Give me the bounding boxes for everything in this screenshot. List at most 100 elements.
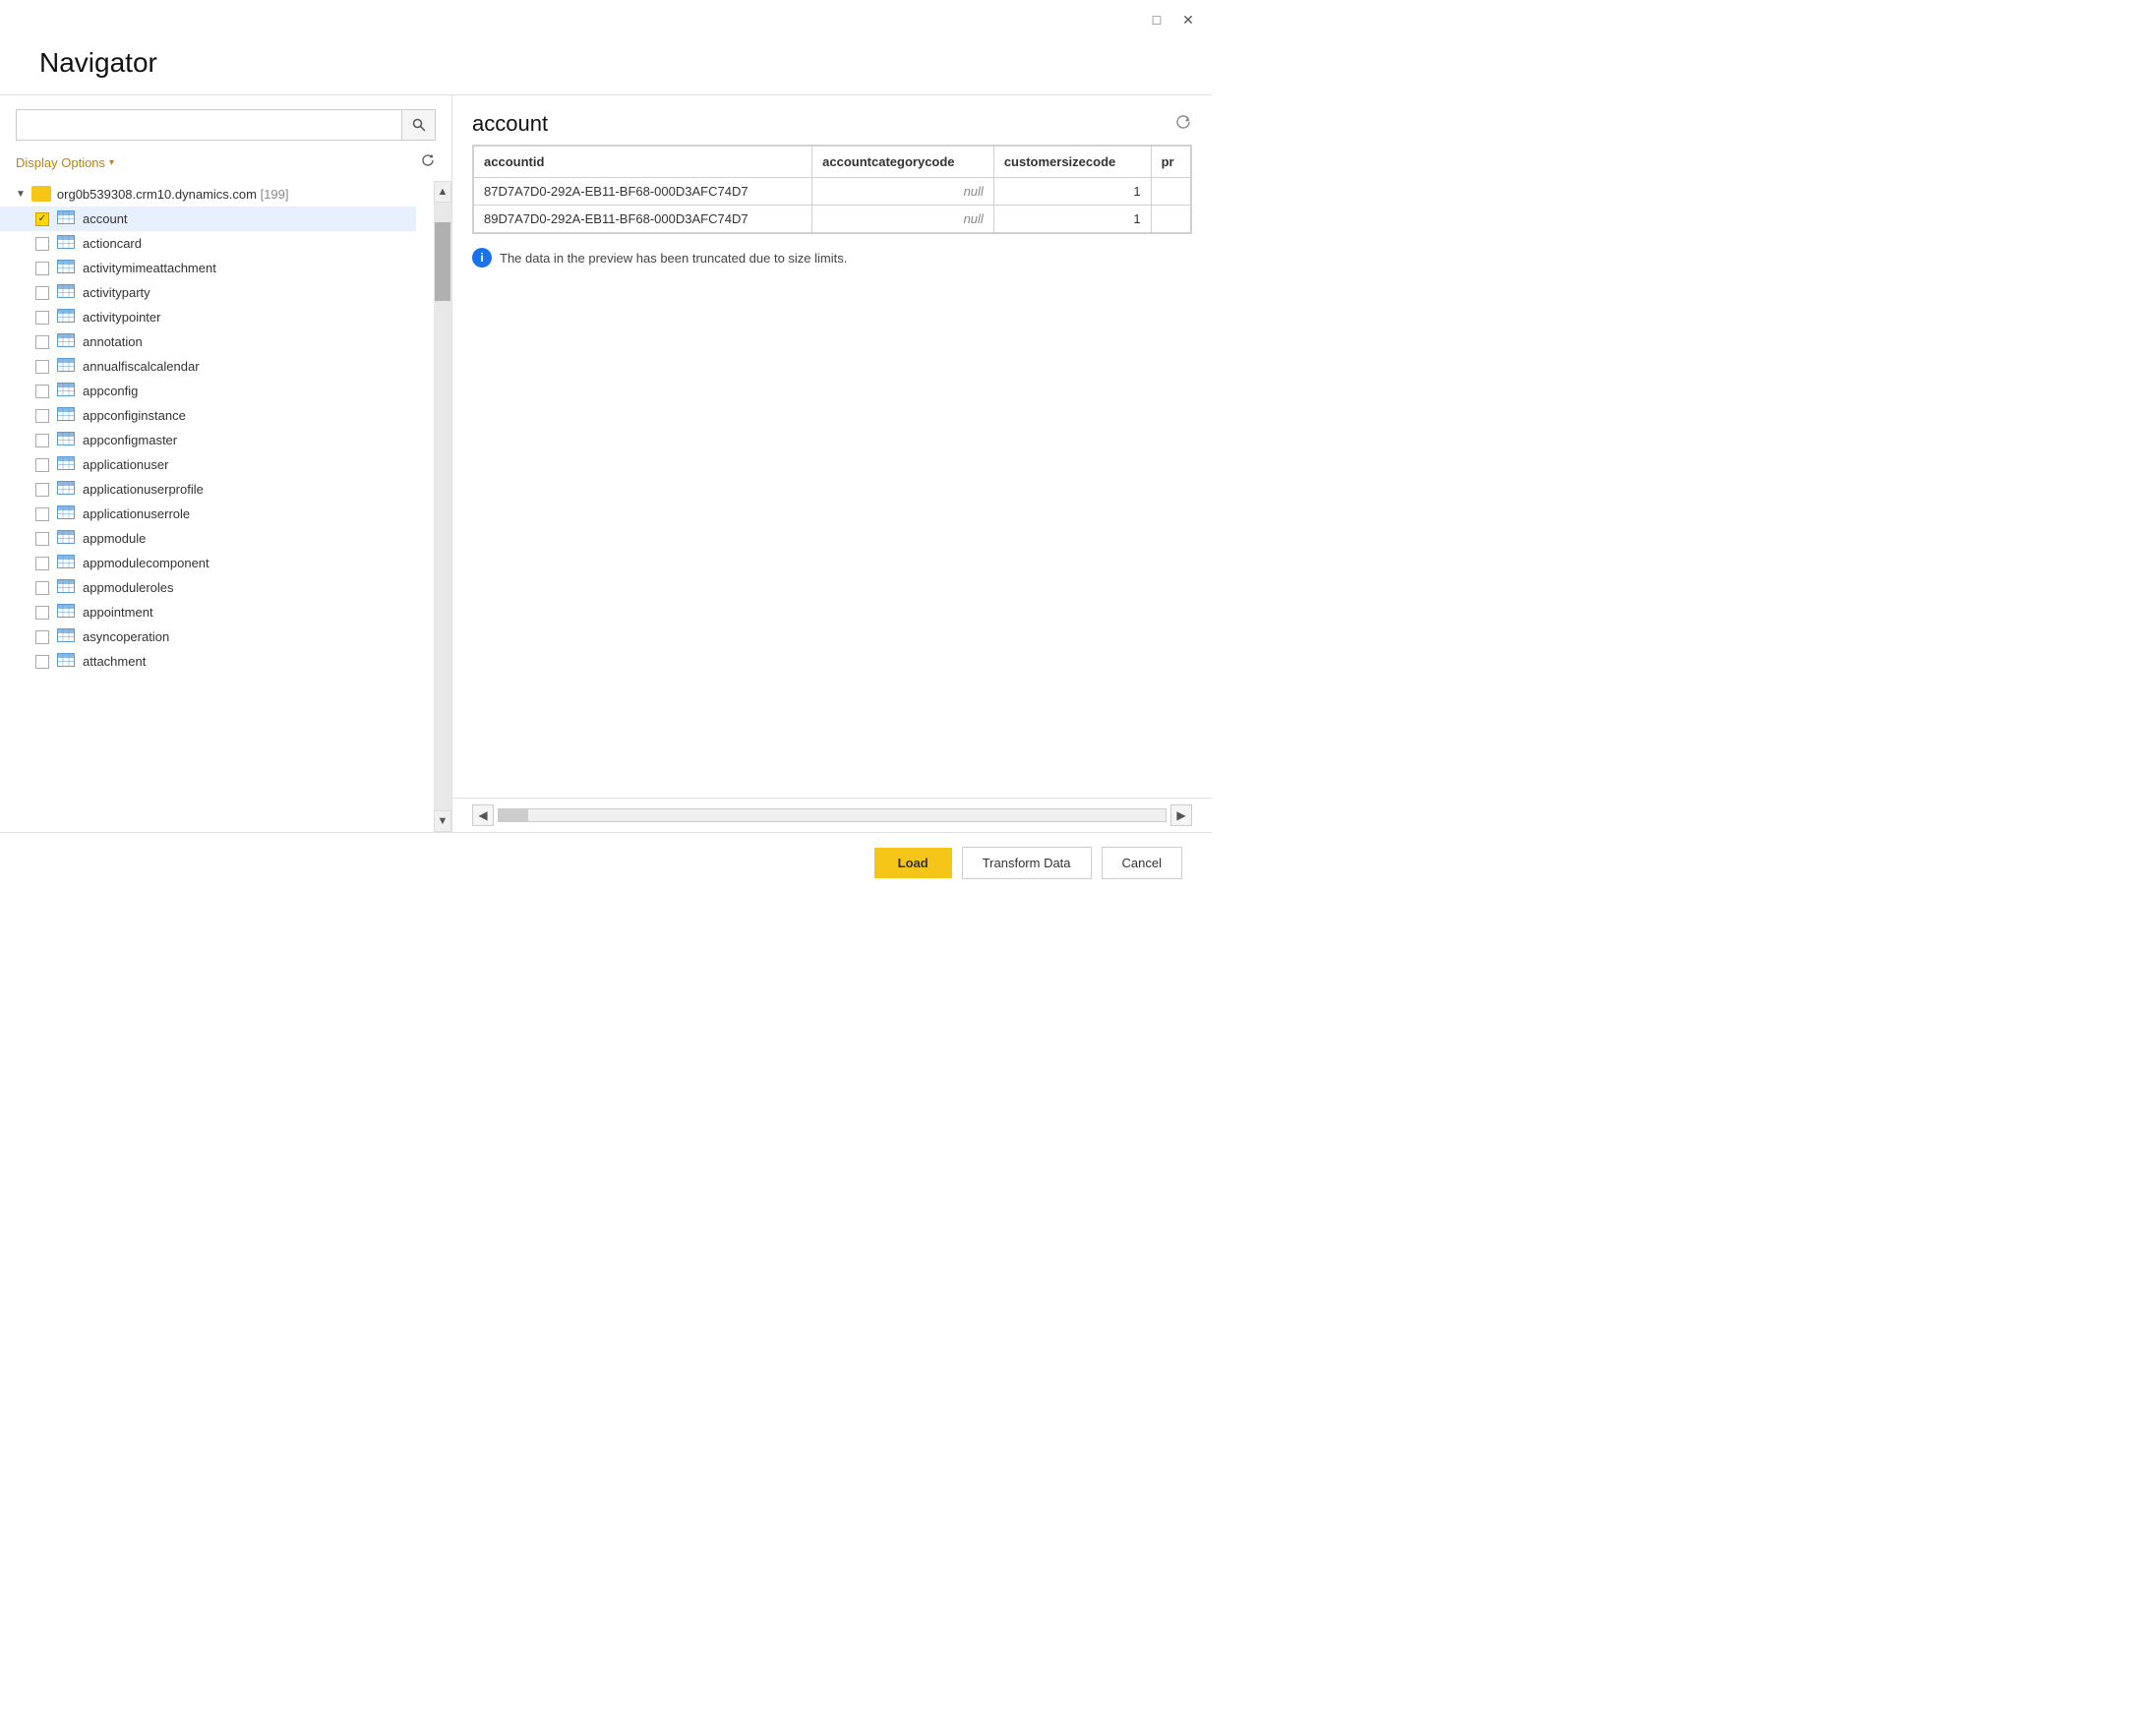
tree-item-applicationuserprofile[interactable]: applicationuserprofile — [0, 477, 416, 502]
checkbox-appconfig[interactable] — [35, 385, 49, 398]
tree-item-appointment[interactable]: appointment — [0, 600, 416, 624]
tree-item-label-activityparty: activityparty — [83, 285, 150, 300]
left-panel: Display Options ▾ ▼ org0b539308.crm10.dy… — [0, 95, 452, 832]
table-row: 87D7A7D0-292A-EB11-BF68-000D3AFC74D7null… — [474, 178, 1191, 206]
checkbox-annualfiscalcalendar[interactable] — [35, 360, 49, 374]
table-icon — [57, 432, 75, 448]
tree-item-appmodulecomponent[interactable]: appmodulecomponent — [0, 551, 416, 575]
tree-item-label-appmodule: appmodule — [83, 531, 146, 546]
checkbox-appconfigmaster[interactable] — [35, 434, 49, 447]
checkbox-appmodulecomponent[interactable] — [35, 557, 49, 570]
table-icon — [57, 358, 75, 375]
table-icon — [57, 628, 75, 645]
tree-items-container: account actioncard activitymimeattachmen… — [0, 207, 416, 674]
right-panel: account accountidaccountcategorycodecust… — [452, 95, 1212, 832]
transform-data-button[interactable]: Transform Data — [962, 847, 1092, 879]
checkbox-appmoduleroles[interactable] — [35, 581, 49, 595]
page-title: Navigator — [0, 39, 1212, 94]
table-icon — [57, 579, 75, 596]
tree-item-label-applicationuser: applicationuser — [83, 457, 168, 472]
tree-item-appmoduleroles[interactable]: appmoduleroles — [0, 575, 416, 600]
tree-item-label-appconfiginstance: appconfiginstance — [83, 408, 186, 423]
checkbox-activitypointer[interactable] — [35, 311, 49, 325]
checkbox-activityparty[interactable] — [35, 286, 49, 300]
h-scroll-thumb[interactable] — [499, 809, 528, 821]
checkbox-appointment[interactable] — [35, 606, 49, 620]
display-options-label: Display Options — [16, 155, 105, 170]
tree-item-label-appmodulecomponent: appmodulecomponent — [83, 556, 210, 570]
table-icon — [57, 407, 75, 424]
table-icon — [57, 604, 75, 621]
tree-item-annualfiscalcalendar[interactable]: annualfiscalcalendar — [0, 354, 416, 379]
horizontal-scrollbar: ◀ ▶ — [452, 798, 1212, 832]
table-icon — [57, 309, 75, 326]
cell-pr-0 — [1151, 178, 1190, 206]
scroll-track — [434, 203, 451, 810]
checkbox-applicationuser[interactable] — [35, 458, 49, 472]
info-icon: i — [472, 248, 492, 267]
tree-item-activitypointer[interactable]: activitypointer — [0, 305, 416, 329]
load-button[interactable]: Load — [874, 848, 952, 878]
scroll-down-button[interactable]: ▼ — [434, 810, 451, 832]
checkbox-asyncoperation[interactable] — [35, 630, 49, 644]
folder-icon — [31, 186, 51, 202]
tree-item-account[interactable]: account — [0, 207, 416, 231]
info-message: i The data in the preview has been trunc… — [452, 234, 1212, 281]
display-options-button[interactable]: Display Options ▾ — [16, 155, 114, 170]
cell-accountcategorycode-0: null — [812, 178, 994, 206]
preview-refresh-icon[interactable] — [1174, 113, 1192, 136]
col-header-customersizecode: customersizecode — [993, 147, 1151, 178]
checkbox-attachment[interactable] — [35, 655, 49, 669]
scroll-left-button[interactable]: ◀ — [472, 804, 494, 826]
tree-item-appconfiginstance[interactable]: appconfiginstance — [0, 403, 416, 428]
tree-root[interactable]: ▼ org0b539308.crm10.dynamics.com [199] — [0, 181, 416, 207]
table-icon — [57, 333, 75, 350]
refresh-icon[interactable] — [420, 152, 436, 173]
minimize-button[interactable]: □ — [1145, 8, 1168, 31]
tree-item-annotation[interactable]: annotation — [0, 329, 416, 354]
col-header-pr: pr — [1151, 147, 1190, 178]
table-icon — [57, 456, 75, 473]
tree-item-appconfigmaster[interactable]: appconfigmaster — [0, 428, 416, 452]
bottom-bar: Load Transform Data Cancel — [0, 832, 1212, 893]
table-icon — [57, 383, 75, 399]
table-row: 89D7A7D0-292A-EB11-BF68-000D3AFC74D7null… — [474, 206, 1191, 233]
tree-item-activitymimeattachment[interactable]: activitymimeattachment — [0, 256, 416, 280]
cancel-button[interactable]: Cancel — [1102, 847, 1182, 879]
tree-item-appmodule[interactable]: appmodule — [0, 526, 416, 551]
tree-list: ▼ org0b539308.crm10.dynamics.com [199] a… — [0, 181, 434, 832]
scroll-thumb[interactable] — [435, 222, 450, 301]
tree-item-attachment[interactable]: attachment — [0, 649, 416, 674]
tree-item-label-actioncard: actioncard — [83, 236, 142, 251]
tree-item-actioncard[interactable]: actioncard — [0, 231, 416, 256]
tree-container: ▼ org0b539308.crm10.dynamics.com [199] a… — [0, 181, 451, 832]
tree-item-applicationuser[interactable]: applicationuser — [0, 452, 416, 477]
checkbox-appconfiginstance[interactable] — [35, 409, 49, 423]
tree-item-asyncoperation[interactable]: asyncoperation — [0, 624, 416, 649]
tree-item-appconfig[interactable]: appconfig — [0, 379, 416, 403]
tree-item-activityparty[interactable]: activityparty — [0, 280, 416, 305]
scroll-up-button[interactable]: ▲ — [434, 181, 451, 203]
tree-item-label-annotation: annotation — [83, 334, 143, 349]
checkbox-activitymimeattachment[interactable] — [35, 262, 49, 275]
checkbox-annotation[interactable] — [35, 335, 49, 349]
close-button[interactable]: ✕ — [1176, 8, 1200, 31]
preview-title: account — [472, 111, 548, 137]
table-icon — [57, 210, 75, 227]
checkbox-applicationuserprofile[interactable] — [35, 483, 49, 497]
scroll-right-button[interactable]: ▶ — [1170, 804, 1192, 826]
col-header-accountcategorycode: accountcategorycode — [812, 147, 994, 178]
tree-scrollbar: ▲ ▼ — [434, 181, 451, 832]
tree-item-applicationuserrole[interactable]: applicationuserrole — [0, 502, 416, 526]
checkbox-actioncard[interactable] — [35, 237, 49, 251]
table-icon — [57, 481, 75, 498]
checkbox-applicationuserrole[interactable] — [35, 507, 49, 521]
checkbox-appmodule[interactable] — [35, 532, 49, 546]
checkbox-account[interactable] — [35, 212, 49, 226]
tree-item-label-attachment: attachment — [83, 654, 146, 669]
search-input[interactable] — [16, 109, 402, 141]
table-icon — [57, 555, 75, 571]
search-button[interactable] — [402, 109, 436, 141]
chevron-down-icon: ▾ — [109, 157, 114, 168]
tree-item-label-appointment: appointment — [83, 605, 153, 620]
